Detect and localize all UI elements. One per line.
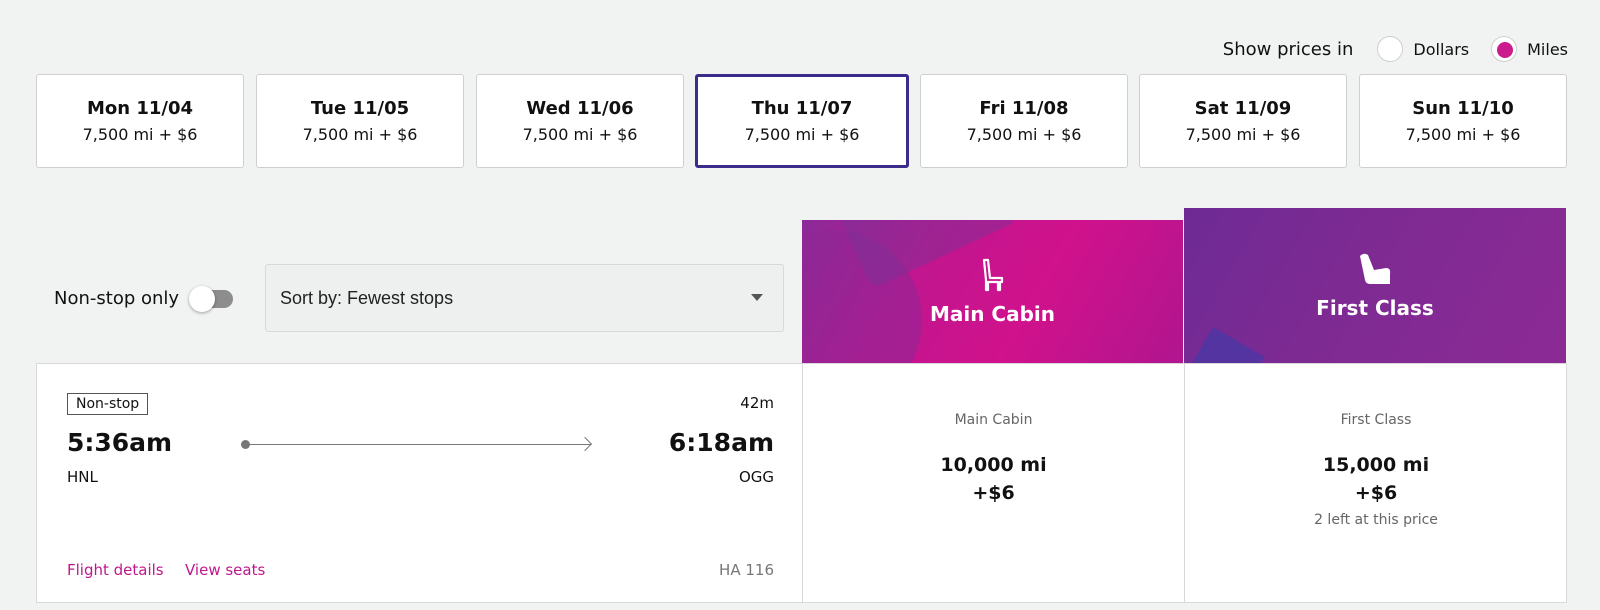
decorative-shape bbox=[1184, 327, 1265, 363]
nonstop-badge: Non-stop bbox=[67, 393, 149, 415]
flight-info: Non-stop 42m 5:36am 6:18am HNL OGG Fligh… bbox=[37, 364, 802, 602]
toggle-knob bbox=[189, 285, 216, 312]
date-day: Wed 11/06 bbox=[526, 98, 634, 119]
sort-selected-value: Sort by: Fewest stops bbox=[280, 287, 454, 308]
date-day: Sat 11/09 bbox=[1194, 98, 1292, 119]
date-price: 7,500 mi + $6 bbox=[966, 125, 1082, 144]
main-cabin-fare[interactable]: Main Cabin 10,000 mi +$6 bbox=[802, 364, 1184, 602]
route-arrow-icon bbox=[577, 436, 593, 452]
date-card-fri[interactable]: Fri 11/08 7,500 mi + $6 bbox=[920, 74, 1128, 168]
price-display-toggle: Show prices in Dollars Miles bbox=[1223, 36, 1568, 62]
sort-dropdown[interactable]: Sort by: Fewest stops bbox=[265, 264, 784, 332]
date-card-wed[interactable]: Wed 11/06 7,500 mi + $6 bbox=[476, 74, 684, 168]
date-price: 7,500 mi + $6 bbox=[302, 125, 418, 144]
dollars-radio-option[interactable]: Dollars bbox=[1377, 36, 1469, 62]
fare-fee: +$6 bbox=[972, 482, 1015, 504]
first-class-header: First Class bbox=[1184, 208, 1566, 363]
date-price: 7,500 mi + $6 bbox=[82, 125, 198, 144]
main-cabin-title: Main Cabin bbox=[929, 301, 1056, 326]
nonstop-filter: Non-stop only bbox=[54, 285, 234, 312]
first-class-fare[interactable]: First Class 15,000 mi +$6 2 left at this… bbox=[1184, 364, 1567, 602]
fare-cabin-label: First Class bbox=[1340, 412, 1412, 428]
nonstop-label: Non-stop only bbox=[54, 288, 180, 309]
flight-details-link[interactable]: Flight details bbox=[67, 561, 164, 579]
date-selector: Mon 11/04 7,500 mi + $6 Tue 11/05 7,500 … bbox=[36, 74, 1567, 169]
dollars-label: Dollars bbox=[1413, 39, 1470, 59]
fare-miles: 15,000 mi bbox=[1322, 454, 1430, 476]
date-day: Tue 11/05 bbox=[310, 98, 410, 119]
miles-label: Miles bbox=[1527, 39, 1568, 59]
date-day: Thu 11/07 bbox=[751, 98, 853, 119]
date-card-sun[interactable]: Sun 11/10 7,500 mi + $6 bbox=[1359, 74, 1567, 168]
date-price: 7,500 mi + $6 bbox=[1185, 125, 1301, 144]
seat-icon bbox=[982, 258, 1003, 291]
dollars-radio[interactable] bbox=[1377, 36, 1404, 62]
flight-number: HA 116 bbox=[719, 561, 774, 579]
date-day: Mon 11/04 bbox=[86, 98, 194, 119]
date-card-tue[interactable]: Tue 11/05 7,500 mi + $6 bbox=[256, 74, 464, 168]
seats-left-note: 2 left at this price bbox=[1314, 512, 1438, 528]
miles-radio[interactable] bbox=[1491, 36, 1518, 62]
destination-airport: OGG bbox=[738, 468, 774, 486]
departure-time: 5:36am bbox=[67, 428, 173, 457]
miles-radio-option[interactable]: Miles bbox=[1491, 36, 1568, 62]
fare-fee: +$6 bbox=[1354, 482, 1398, 504]
recliner-seat-icon bbox=[1360, 253, 1391, 284]
arrival-time: 6:18am bbox=[668, 428, 774, 457]
flight-result-row: Non-stop 42m 5:36am 6:18am HNL OGG Fligh… bbox=[36, 363, 1567, 603]
nonstop-toggle[interactable] bbox=[189, 285, 234, 312]
date-price: 7,500 mi + $6 bbox=[1405, 125, 1521, 144]
date-card-sat[interactable]: Sat 11/09 7,500 mi + $6 bbox=[1139, 74, 1347, 168]
date-card-thu-selected[interactable]: Thu 11/07 7,500 mi + $6 bbox=[695, 74, 909, 168]
date-card-mon[interactable]: Mon 11/04 7,500 mi + $6 bbox=[36, 74, 244, 168]
date-day: Fri 11/08 bbox=[979, 98, 1069, 119]
show-prices-label: Show prices in bbox=[1222, 38, 1354, 60]
flight-duration: 42m bbox=[740, 394, 774, 412]
origin-airport: HNL bbox=[67, 468, 98, 486]
view-seats-link[interactable]: View seats bbox=[185, 561, 265, 579]
first-class-title: First Class bbox=[1316, 295, 1434, 320]
date-day: Sun 11/10 bbox=[1412, 98, 1514, 119]
fare-miles: 10,000 mi bbox=[940, 454, 1047, 476]
date-price: 7,500 mi + $6 bbox=[522, 125, 638, 144]
fare-cabin-label: Main Cabin bbox=[954, 412, 1033, 428]
main-cabin-header: Main Cabin bbox=[802, 220, 1183, 363]
route-line bbox=[245, 444, 591, 445]
caret-down-icon bbox=[751, 294, 763, 301]
date-price: 7,500 mi + $6 bbox=[744, 125, 860, 144]
